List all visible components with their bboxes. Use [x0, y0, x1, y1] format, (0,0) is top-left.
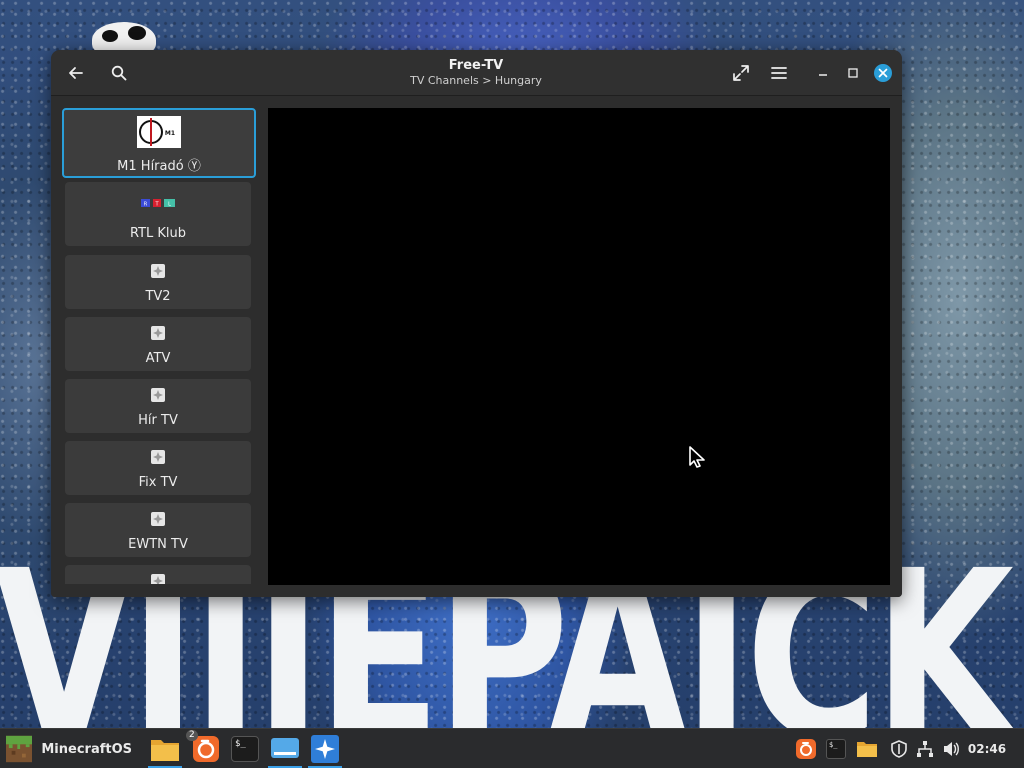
channel-item[interactable]	[65, 565, 251, 584]
window-content: M1 M1 Híradó Ⓨ R T L RTL Klub TV2 ATV Hí…	[51, 97, 902, 597]
window-count-badge: 2	[186, 730, 198, 741]
tray-volume[interactable]	[940, 733, 962, 765]
channel-item[interactable]: M1 M1 Híradó Ⓨ	[62, 108, 256, 178]
minimize-button[interactable]	[808, 59, 838, 87]
m1-logo-text: M1	[165, 130, 175, 137]
placeholder-tv-icon	[151, 450, 165, 464]
channel-name: Fix TV	[138, 475, 178, 490]
channel-name: Hír TV	[138, 413, 178, 428]
taskbar-free-tv[interactable]	[306, 733, 344, 768]
channel-name: RTL Klub	[129, 226, 187, 241]
volume-icon	[944, 742, 959, 756]
rtl-logo-letter-l: L	[168, 202, 171, 208]
placeholder-tv-icon	[151, 574, 165, 584]
tray-files[interactable]	[854, 733, 880, 765]
minimize-icon	[819, 74, 827, 76]
start-menu-button[interactable]: MinecraftOS	[4, 733, 132, 765]
header-bar: Free-TV TV Channels > Hungary	[51, 50, 902, 96]
channel-item[interactable]: EWTN TV	[65, 503, 251, 557]
taskbar: MinecraftOS 2 $_ $_ 02:46	[0, 728, 1024, 768]
placeholder-tv-icon	[151, 264, 165, 278]
free-tv-window: Free-TV TV Channels > Hungary M1 M1 Híra…	[51, 50, 902, 597]
taskbar-window-free-tv-files[interactable]	[266, 733, 304, 768]
tray-network[interactable]	[914, 733, 936, 765]
close-button[interactable]	[868, 59, 898, 87]
taskbar-files[interactable]	[146, 733, 184, 768]
rtl-logo: R T L	[141, 199, 175, 207]
hamburger-menu-icon	[771, 67, 787, 79]
channel-item[interactable]: Hír TV	[65, 379, 251, 433]
folder-icon	[151, 740, 179, 761]
m1-logo: M1	[137, 116, 181, 148]
taskbar-firefox[interactable]: 2	[186, 730, 224, 765]
tray-shield[interactable]	[888, 733, 910, 765]
window-title-box: Free-TV TV Channels > Hungary	[326, 58, 626, 88]
channel-item[interactable]: R T L RTL Klub	[65, 182, 251, 246]
search-button[interactable]	[104, 59, 134, 87]
tray-terminal[interactable]: $_	[824, 733, 848, 765]
maximize-icon	[848, 68, 858, 78]
terminal-prompt: $_	[235, 739, 246, 749]
rtl-logo-letter-r: R	[144, 202, 148, 208]
start-menu-label: MinecraftOS	[41, 741, 132, 757]
mouse-pointer-icon	[689, 446, 705, 468]
maximize-button[interactable]	[838, 59, 868, 87]
search-icon	[111, 65, 127, 81]
channel-item[interactable]: ATV	[65, 317, 251, 371]
minecraft-grass-icon	[6, 735, 33, 763]
terminal-icon: $_	[231, 736, 259, 762]
folder-tray-icon	[857, 742, 877, 757]
taskbar-terminal[interactable]: $_	[228, 733, 262, 765]
placeholder-tv-icon	[151, 326, 165, 340]
tray-update-notifier[interactable]	[794, 733, 818, 765]
fullscreen-button[interactable]	[726, 59, 756, 87]
channel-item[interactable]: Fix TV	[65, 441, 251, 495]
channel-name: TV2	[145, 289, 171, 304]
terminal-tray-icon: $_	[826, 739, 846, 759]
close-icon	[874, 64, 892, 82]
channel-list[interactable]: M1 M1 Híradó Ⓨ R T L RTL Klub TV2 ATV Hí…	[61, 108, 259, 584]
breadcrumb: TV Channels > Hungary	[410, 74, 542, 87]
shield-icon	[891, 740, 907, 758]
clock-time: 02:46	[967, 742, 1007, 756]
placeholder-tv-icon	[151, 512, 165, 526]
back-arrow-icon	[69, 67, 83, 79]
channel-name: EWTN TV	[128, 537, 188, 552]
update-manager-icon	[796, 739, 816, 759]
free-tv-app-icon	[311, 735, 339, 763]
video-player[interactable]	[268, 108, 890, 585]
channel-name: ATV	[145, 351, 171, 366]
window-title: Free-TV	[448, 58, 504, 73]
menu-button[interactable]	[764, 59, 794, 87]
back-button[interactable]	[61, 59, 91, 87]
channel-item[interactable]: TV2	[65, 255, 251, 309]
network-icon	[917, 741, 933, 757]
terminal-tray-prompt: $_	[829, 741, 838, 749]
fullscreen-icon	[733, 65, 749, 81]
channel-name: M1 Híradó Ⓨ	[117, 159, 201, 174]
placeholder-tv-icon	[151, 388, 165, 402]
drive-icon	[271, 738, 299, 758]
tray-clock[interactable]: 02:46	[966, 733, 1008, 765]
